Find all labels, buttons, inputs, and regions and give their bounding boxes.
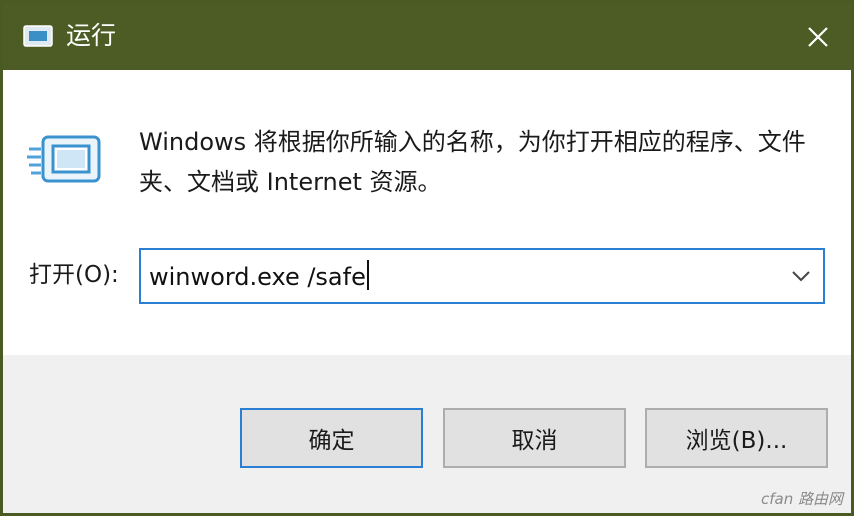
run-app-icon <box>23 25 53 47</box>
browse-button[interactable]: 浏览(B)... <box>645 408 828 468</box>
dialog-description: Windows 将根据你所输入的名称，为你打开相应的程序、文件夹、文档或 Int… <box>139 128 806 196</box>
open-input[interactable]: winword.exe /safe <box>149 259 369 295</box>
dropdown-button[interactable] <box>787 262 815 290</box>
text-caret <box>366 260 369 290</box>
open-label: 打开(O): <box>29 262 119 288</box>
close-icon <box>808 26 828 47</box>
cancel-button[interactable]: 取消 <box>443 408 626 468</box>
open-input-value: winword.exe /safe <box>149 263 366 291</box>
dialog-body: Windows 将根据你所输入的名称，为你打开相应的程序、文件夹、文档或 Int… <box>3 70 851 355</box>
run-dialog: 运行 Windows 将根据你所输入的名称，为你打开相应的程序、文件夹、文档或 … <box>0 0 854 516</box>
close-button[interactable] <box>785 3 851 70</box>
chevron-down-icon <box>792 271 810 282</box>
title-bar[interactable]: 运行 <box>3 3 851 70</box>
open-combobox[interactable]: winword.exe /safe <box>139 248 825 304</box>
run-dialog-icon <box>27 135 101 183</box>
window-title: 运行 <box>66 21 117 50</box>
ok-button[interactable]: 确定 <box>240 408 423 468</box>
watermark: cfan 路由网 <box>761 490 843 508</box>
button-bar: 确定 取消 浏览(B)... cfan 路由网 <box>3 355 851 513</box>
